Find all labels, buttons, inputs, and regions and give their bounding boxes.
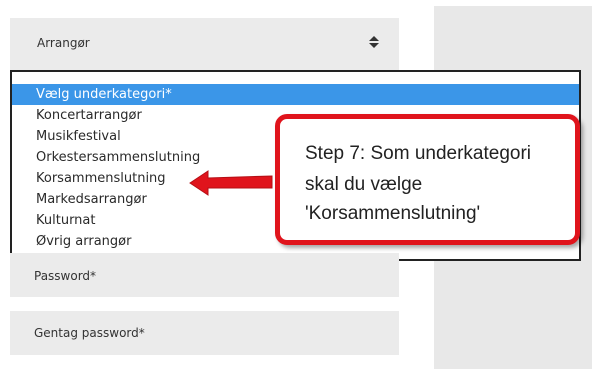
page: Arrangør Vælg underkategori* Koncertarra… (0, 0, 592, 369)
arrangor-select[interactable]: Arrangør (10, 18, 399, 70)
password-label: Password* (34, 269, 97, 283)
password-field[interactable]: Password* (10, 253, 399, 297)
callout-line-1: Step 7: Som underkategori (305, 143, 532, 164)
callout-line-3: 'Korsammenslutning' (305, 203, 481, 224)
callout-line-2: skal du vælge (305, 174, 423, 195)
sort-updown-icon (369, 36, 379, 48)
red-arrow-left-icon (189, 170, 273, 196)
arrangor-label: Arrangør (37, 36, 90, 50)
gentag-password-field[interactable]: Gentag password* (10, 311, 399, 355)
step-callout: Step 7: Som underkategori skal du vælge … (275, 114, 580, 245)
gentag-password-label: Gentag password* (34, 326, 145, 340)
dropdown-option-vaelg-underkategori[interactable]: Vælg underkategori* (12, 84, 579, 105)
